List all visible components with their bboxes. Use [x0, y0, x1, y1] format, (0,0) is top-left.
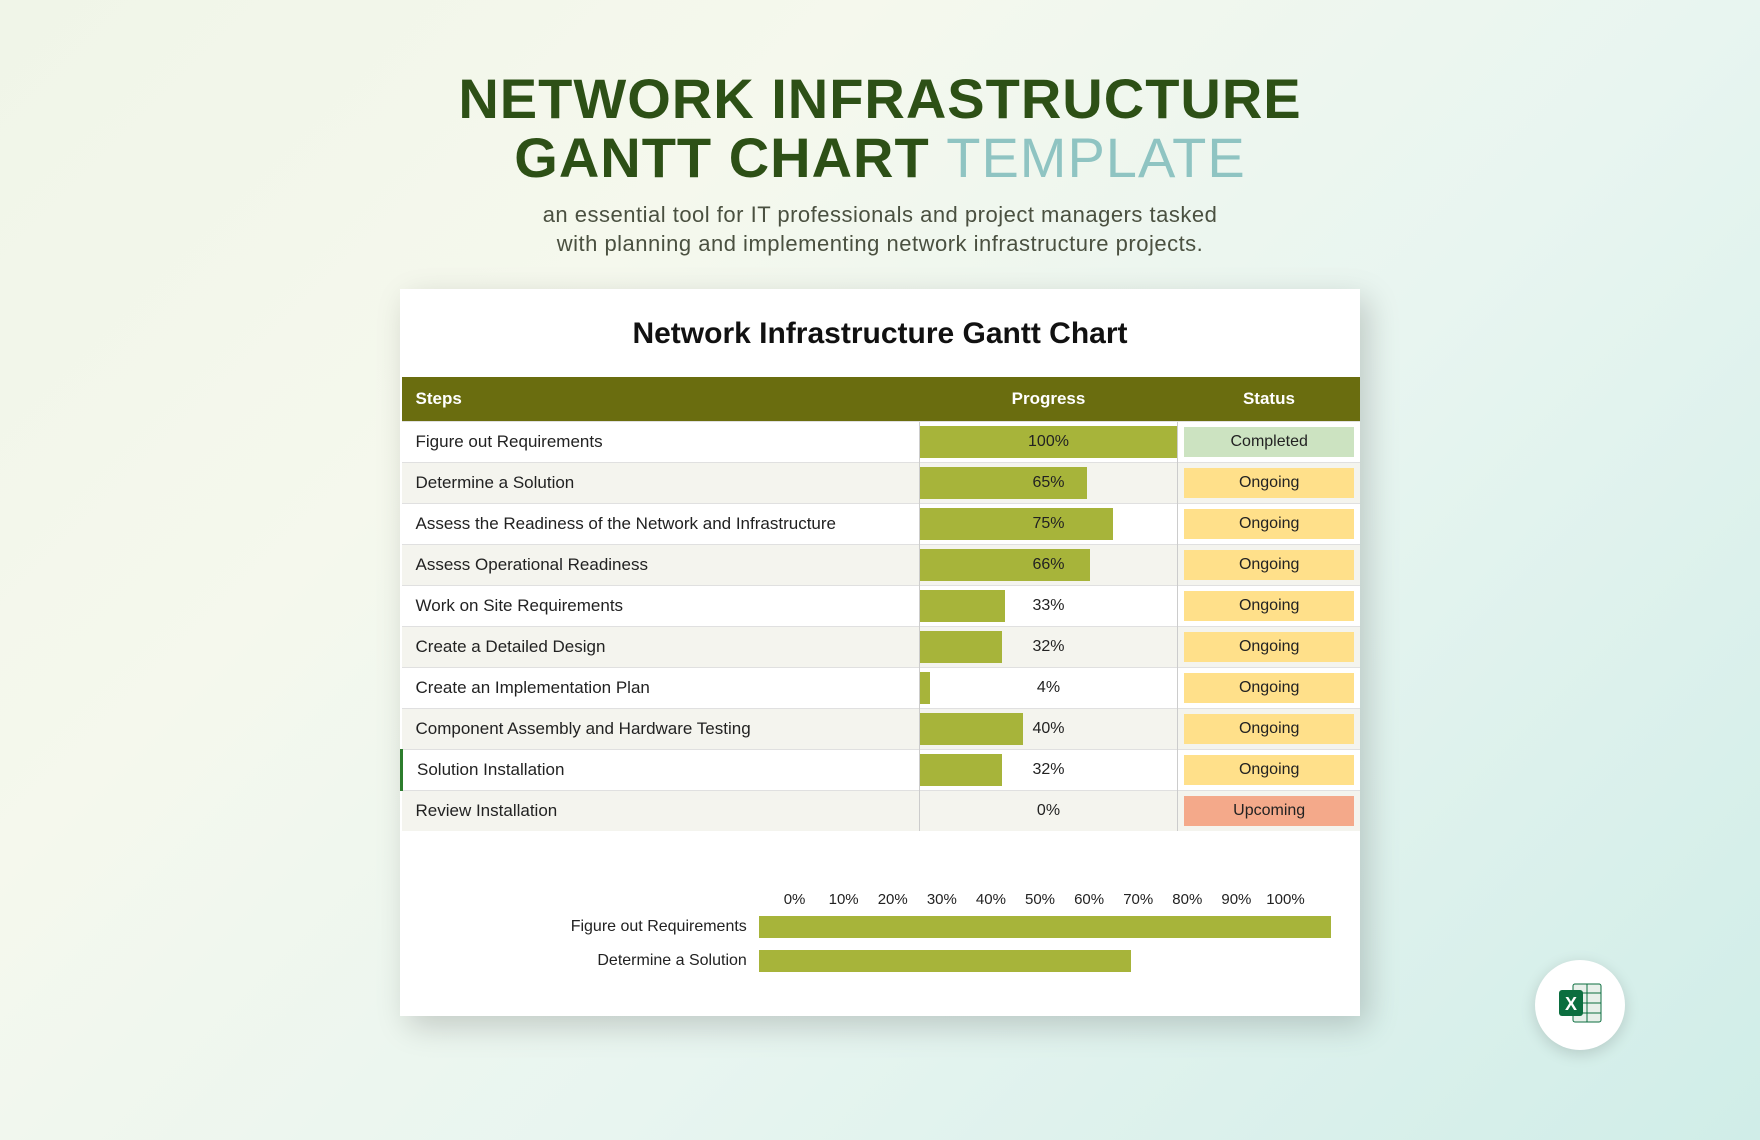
- cell-status: Ongoing: [1178, 544, 1360, 585]
- status-badge: Completed: [1184, 427, 1354, 457]
- cell-status: Ongoing: [1178, 749, 1360, 790]
- cell-step: Create an Implementation Plan: [402, 667, 920, 708]
- progress-label: 0%: [920, 802, 1178, 820]
- status-badge: Ongoing: [1184, 468, 1354, 498]
- cell-progress: 100%: [919, 421, 1178, 462]
- axis-tick: 0%: [770, 891, 819, 908]
- cell-step: Create a Detailed Design: [402, 626, 920, 667]
- subtitle-line1: an essential tool for IT professionals a…: [0, 200, 1760, 230]
- cell-progress: 40%: [919, 708, 1178, 749]
- title-line2a: GANTT CHART: [514, 126, 929, 189]
- cell-step: Component Assembly and Hardware Testing: [402, 708, 920, 749]
- axis-tick: 20%: [868, 891, 917, 908]
- table-row[interactable]: Work on Site Requirements33% Ongoing: [402, 585, 1361, 626]
- table-row[interactable]: Assess Operational Readiness66% Ongoing: [402, 544, 1361, 585]
- status-badge: Ongoing: [1184, 714, 1354, 744]
- bar-fill: [759, 916, 1331, 938]
- progress-label: 75%: [920, 515, 1178, 533]
- progress-label: 40%: [920, 720, 1178, 738]
- progress-label: 65%: [920, 474, 1178, 492]
- axis-row: 0%10%20%30%40%50%60%70%80%90%100%: [770, 891, 1310, 908]
- col-header-steps: Steps: [402, 377, 920, 422]
- table-row[interactable]: Create a Detailed Design32% Ongoing: [402, 626, 1361, 667]
- cell-status: Ongoing: [1178, 503, 1360, 544]
- progress-label: 32%: [920, 761, 1178, 779]
- bar-label: Figure out Requirements: [450, 918, 759, 936]
- status-badge: Ongoing: [1184, 550, 1354, 580]
- cell-step: Determine a Solution: [402, 462, 920, 503]
- title-line2b: TEMPLATE: [946, 126, 1245, 189]
- cell-step: Figure out Requirements: [402, 421, 920, 462]
- cell-step: Assess the Readiness of the Network and …: [402, 503, 920, 544]
- cell-progress: 32%: [919, 626, 1178, 667]
- cell-progress: 32%: [919, 749, 1178, 790]
- cell-step: Assess Operational Readiness: [402, 544, 920, 585]
- axis-tick: 80%: [1163, 891, 1212, 908]
- table-row[interactable]: Solution Installation32% Ongoing: [402, 749, 1361, 790]
- cell-status: Ongoing: [1178, 626, 1360, 667]
- bar-chart-area: 0%10%20%30%40%50%60%70%80%90%100% Figure…: [400, 891, 1360, 976]
- subtitle-line2: with planning and implementing network i…: [0, 229, 1760, 259]
- status-badge: Upcoming: [1184, 796, 1354, 826]
- axis-tick: 90%: [1212, 891, 1261, 908]
- cell-status: Upcoming: [1178, 790, 1360, 831]
- cell-progress: 66%: [919, 544, 1178, 585]
- axis-tick: 60%: [1065, 891, 1114, 908]
- status-badge: Ongoing: [1184, 673, 1354, 703]
- status-badge: Ongoing: [1184, 591, 1354, 621]
- bar-row: Figure out Requirements: [450, 912, 1310, 942]
- axis-tick: 50%: [1015, 891, 1064, 908]
- cell-step: Review Installation: [402, 790, 920, 831]
- cell-status: Completed: [1178, 421, 1360, 462]
- cell-status: Ongoing: [1178, 708, 1360, 749]
- cell-progress: 75%: [919, 503, 1178, 544]
- axis-tick: 100%: [1261, 891, 1310, 908]
- page-title: NETWORK INFRASTRUCTURE GANTT CHART TEMPL…: [0, 0, 1760, 188]
- progress-label: 32%: [920, 638, 1178, 656]
- bar-fill: [759, 950, 1131, 972]
- chart-card: Network Infrastructure Gantt Chart Steps…: [400, 289, 1360, 1016]
- axis-tick: 10%: [819, 891, 868, 908]
- cell-step: Work on Site Requirements: [402, 585, 920, 626]
- status-badge: Ongoing: [1184, 632, 1354, 662]
- col-header-status: Status: [1178, 377, 1360, 422]
- cell-progress: 65%: [919, 462, 1178, 503]
- excel-icon: X: [1555, 978, 1605, 1033]
- col-header-progress: Progress: [919, 377, 1178, 422]
- subtitle: an essential tool for IT professionals a…: [0, 200, 1760, 259]
- cell-status: Ongoing: [1178, 667, 1360, 708]
- bar-track: [759, 916, 1310, 938]
- cell-progress: 0%: [919, 790, 1178, 831]
- svg-text:X: X: [1565, 994, 1577, 1014]
- table-row[interactable]: Component Assembly and Hardware Testing4…: [402, 708, 1361, 749]
- cell-step: Solution Installation: [402, 749, 920, 790]
- bar-row: Determine a Solution: [450, 946, 1310, 976]
- progress-label: 100%: [920, 433, 1178, 451]
- progress-label: 33%: [920, 597, 1178, 615]
- cell-progress: 33%: [919, 585, 1178, 626]
- cell-status: Ongoing: [1178, 462, 1360, 503]
- excel-badge[interactable]: X: [1535, 960, 1625, 1050]
- table-row[interactable]: Review Installation0% Upcoming: [402, 790, 1361, 831]
- title-line1: NETWORK INFRASTRUCTURE: [458, 67, 1301, 130]
- table-row[interactable]: Figure out Requirements100% Completed: [402, 421, 1361, 462]
- chart-title: Network Infrastructure Gantt Chart: [400, 289, 1360, 377]
- axis-tick: 40%: [966, 891, 1015, 908]
- table-row[interactable]: Create an Implementation Plan4% Ongoing: [402, 667, 1361, 708]
- bar-label: Determine a Solution: [450, 952, 759, 970]
- axis-tick: 70%: [1114, 891, 1163, 908]
- axis-tick: 30%: [917, 891, 966, 908]
- status-badge: Ongoing: [1184, 755, 1354, 785]
- table-row[interactable]: Assess the Readiness of the Network and …: [402, 503, 1361, 544]
- gantt-table: Steps Progress Status Figure out Require…: [400, 377, 1360, 831]
- status-badge: Ongoing: [1184, 509, 1354, 539]
- progress-label: 66%: [920, 556, 1178, 574]
- cell-progress: 4%: [919, 667, 1178, 708]
- progress-label: 4%: [920, 679, 1178, 697]
- bar-track: [759, 950, 1310, 972]
- table-row[interactable]: Determine a Solution65% Ongoing: [402, 462, 1361, 503]
- cell-status: Ongoing: [1178, 585, 1360, 626]
